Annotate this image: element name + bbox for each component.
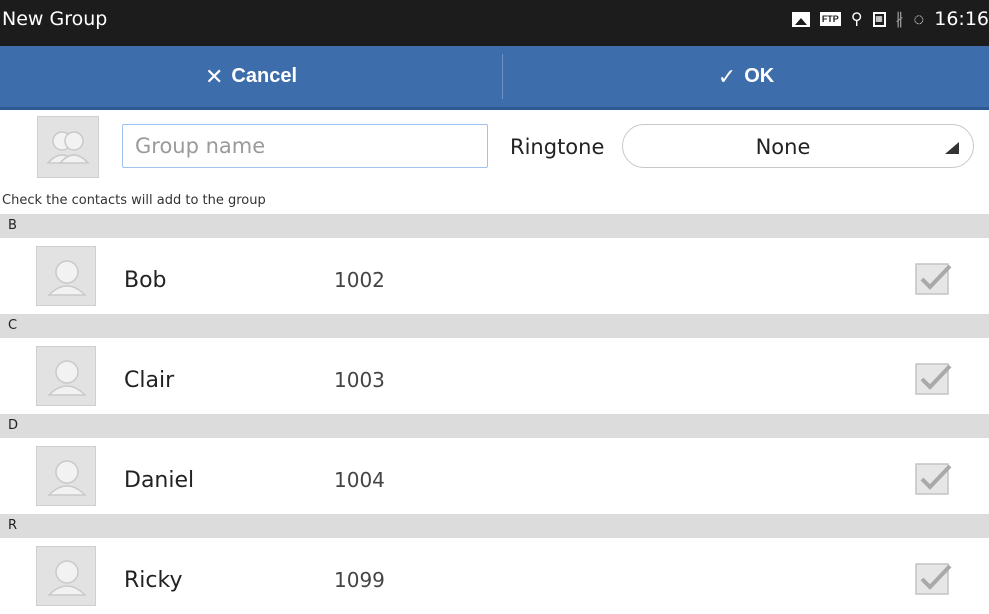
contact-name: Daniel	[124, 468, 195, 493]
close-icon: ✕	[204, 63, 224, 89]
contact-name: Ricky	[124, 568, 183, 593]
status-icons: FTP ⚲ ▦ ∦ ◌ 16:16	[791, 8, 989, 30]
sync-icon: ◌	[913, 8, 925, 29]
cancel-label: Cancel	[231, 65, 298, 87]
ringtone-dropdown[interactable]: None	[622, 124, 974, 168]
contact-number: 1003	[334, 368, 385, 392]
ok-button[interactable]: ✓ OK	[503, 46, 989, 107]
contact-name: Bob	[124, 268, 167, 293]
image-icon	[791, 11, 810, 27]
ringtone-value: None	[755, 135, 811, 159]
action-bar: ✕ Cancel ✓ OK	[0, 46, 989, 110]
group-photo-button[interactable]	[37, 116, 99, 178]
window-title: New Group	[2, 8, 108, 30]
contact-avatar-icon	[36, 346, 96, 406]
section-header-r: R	[0, 514, 989, 538]
contact-number: 1002	[334, 268, 385, 292]
usb-icon: ⚲	[850, 11, 863, 28]
ftp-icon: FTP	[819, 12, 841, 26]
sim-icon: ▦	[872, 11, 886, 27]
contact-checkbox[interactable]	[914, 460, 954, 496]
contact-checkbox[interactable]	[914, 360, 954, 396]
contact-name: Clair	[124, 368, 175, 393]
ringtone-label: Ringtone	[510, 135, 605, 159]
bluetooth-icon: ∦	[895, 11, 904, 28]
contact-number: 1099	[334, 568, 385, 592]
contact-row-ricky[interactable]: Ricky 1099	[0, 538, 989, 614]
contact-avatar-icon	[36, 446, 96, 506]
group-name-input[interactable]	[122, 124, 488, 168]
cancel-button[interactable]: ✕ Cancel	[0, 46, 502, 107]
contact-row-daniel[interactable]: Daniel 1004	[0, 438, 989, 514]
section-header-c: C	[0, 314, 989, 338]
status-bar: New Group FTP ⚲ ▦ ∦ ◌ 16:16	[0, 0, 989, 46]
contact-number: 1004	[334, 468, 385, 492]
contact-avatar-icon	[36, 246, 96, 306]
section-header-b: B	[0, 214, 989, 238]
instruction-text: Check the contacts will add to the group	[2, 193, 266, 208]
contact-checkbox[interactable]	[914, 260, 954, 296]
clock: 16:16	[934, 8, 989, 30]
contact-row-bob[interactable]: Bob 1002	[0, 238, 989, 314]
dropdown-arrow-icon	[945, 142, 959, 154]
contact-checkbox[interactable]	[914, 560, 954, 596]
check-icon: ✓	[717, 63, 737, 89]
ok-label: OK	[744, 65, 775, 87]
contact-avatar-icon	[36, 546, 96, 606]
section-header-d: D	[0, 414, 989, 438]
contact-row-clair[interactable]: Clair 1003	[0, 338, 989, 414]
group-avatar-icon	[46, 131, 90, 164]
